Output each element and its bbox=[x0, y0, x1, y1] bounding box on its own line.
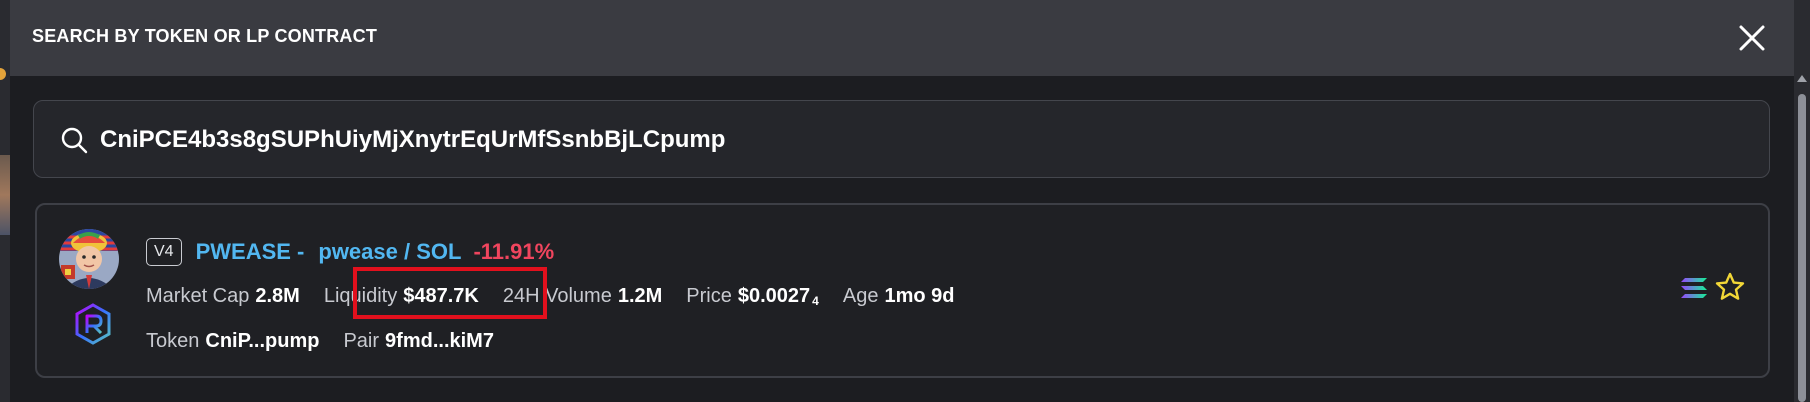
search-result-card[interactable]: V4 PWEASE - pwease / SOL -11.91% Market … bbox=[35, 203, 1770, 378]
stat-label: Liquidity bbox=[323, 284, 398, 307]
star-icon[interactable] bbox=[1714, 271, 1746, 303]
price-value: $0.0027 bbox=[737, 284, 811, 307]
close-button[interactable] bbox=[1734, 20, 1770, 56]
backdrop-left bbox=[0, 0, 10, 402]
result-title-row: V4 PWEASE - pwease / SOL -11.91% bbox=[146, 235, 554, 269]
scroll-up-arrow[interactable] bbox=[1797, 75, 1807, 82]
token-name[interactable]: PWEASE - bbox=[196, 239, 305, 265]
stat-value: $0.0027 4 bbox=[738, 285, 819, 308]
stat-label: Token bbox=[146, 329, 200, 352]
stat-label: Price bbox=[686, 284, 732, 307]
raydium-icon bbox=[75, 303, 111, 345]
stat-label: Age bbox=[842, 284, 879, 307]
stat-value: CniP...pump bbox=[205, 329, 320, 352]
stat-age: Age 1mo 9d bbox=[843, 285, 955, 308]
price-change: -11.91% bbox=[473, 239, 555, 264]
result-address-row: Token CniP...pump Pair 9fmd...kiM7 bbox=[146, 326, 518, 356]
stat-value: $487.7K bbox=[403, 284, 479, 307]
stat-market-cap: Market Cap 2.8M bbox=[146, 285, 300, 308]
stat-label: Pair bbox=[343, 329, 380, 352]
version-badge: V4 bbox=[146, 238, 182, 266]
token-address[interactable]: Token CniP...pump bbox=[146, 330, 319, 353]
modal-header: SEARCH BY TOKEN OR LP CONTRACT bbox=[10, 0, 1794, 76]
modal-title: SEARCH BY TOKEN OR LP CONTRACT bbox=[32, 26, 378, 46]
stat-value: 2.8M bbox=[255, 284, 300, 307]
stat-price: Price $0.0027 4 bbox=[686, 285, 819, 308]
scrollbar[interactable] bbox=[1794, 0, 1810, 402]
search-icon bbox=[61, 127, 88, 154]
stat-liquidity: Liquidity $487.7K bbox=[324, 285, 479, 308]
pair-name[interactable]: pwease / SOL bbox=[318, 239, 461, 265]
price-subscript: 4 bbox=[812, 293, 819, 308]
stat-label: Market Cap bbox=[146, 284, 250, 307]
token-avatar bbox=[59, 229, 119, 289]
search-box[interactable] bbox=[33, 100, 1770, 178]
search-modal: SEARCH BY TOKEN OR LP CONTRACT CniPCE4b3… bbox=[10, 0, 1794, 402]
stat-label: 24H Volume bbox=[502, 284, 612, 307]
solana-icon[interactable] bbox=[1680, 276, 1708, 300]
result-stats-row: Market Cap 2.8M Liquidity $487.7K 24H Vo… bbox=[146, 281, 978, 311]
stat-value: 9fmd...kiM7 bbox=[385, 329, 494, 352]
stat-value: 1mo 9d bbox=[884, 284, 955, 307]
scrollbar-thumb[interactable] bbox=[1798, 94, 1806, 402]
close-icon bbox=[1739, 25, 1765, 51]
stat-value: 1.2M bbox=[617, 284, 663, 307]
pair-address[interactable]: Pair 9fmd...kiM7 bbox=[343, 330, 494, 353]
search-input[interactable] bbox=[100, 119, 1740, 161]
stat-volume: 24H Volume 1.2M bbox=[503, 285, 662, 308]
backdrop-dot bbox=[0, 68, 6, 80]
backdrop-thumbnail bbox=[0, 155, 10, 235]
